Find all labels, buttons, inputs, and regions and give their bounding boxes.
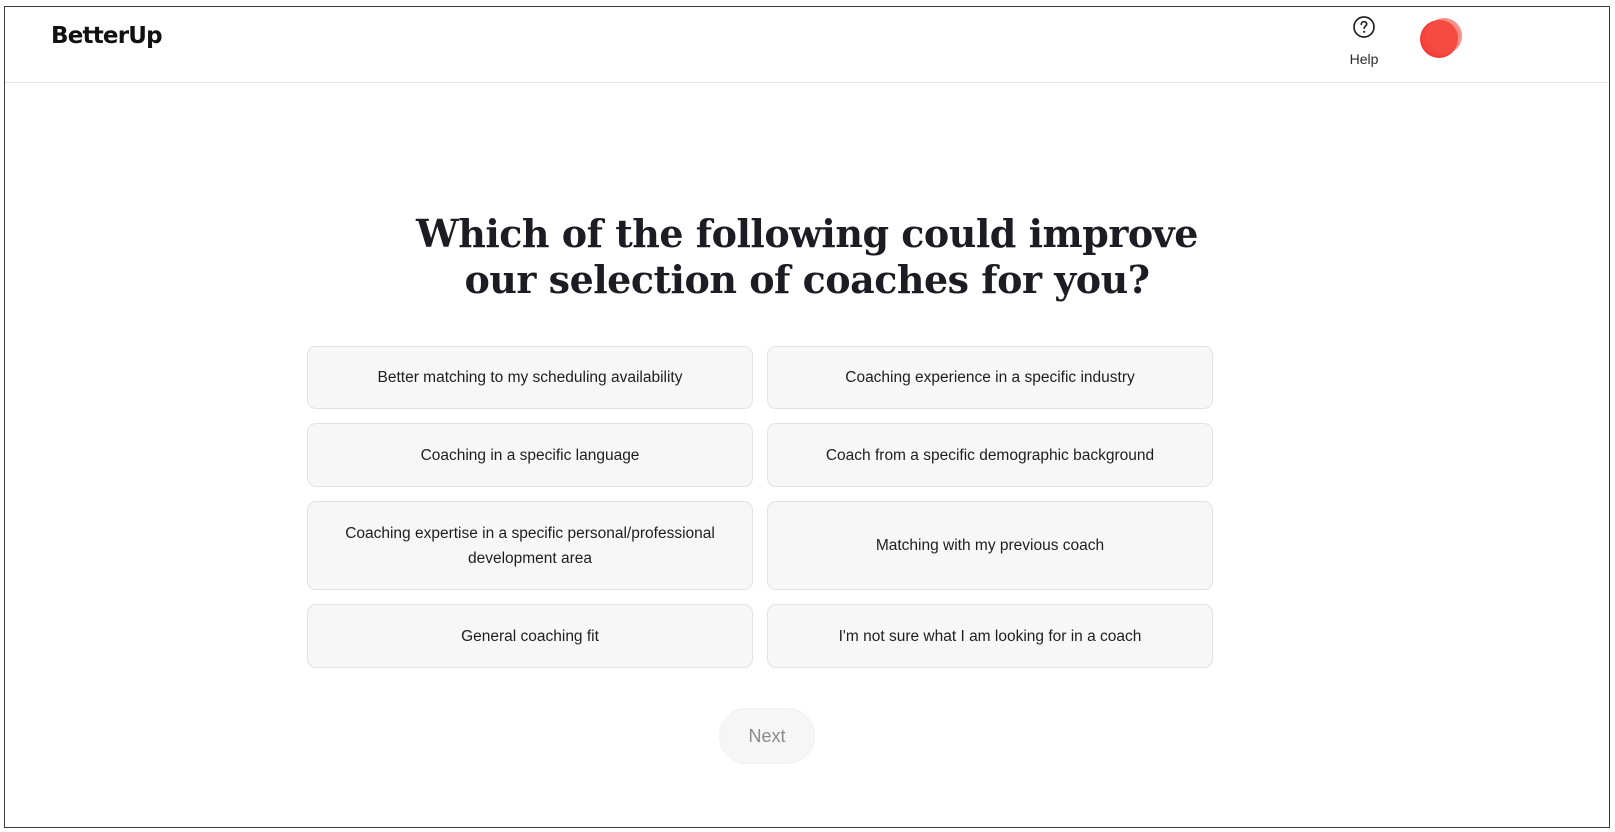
option-previous-coach[interactable]: Matching with my previous coach (767, 501, 1213, 590)
option-general-fit[interactable]: General coaching fit (307, 604, 753, 668)
question-circle-icon (1339, 15, 1389, 39)
page-frame: BetterUp Help Which of the following cou… (4, 6, 1610, 828)
option-specific-language[interactable]: Coaching in a specific language (307, 423, 753, 487)
option-not-sure[interactable]: I'm not sure what I am looking for in a … (767, 604, 1213, 668)
help-label: Help (1349, 51, 1379, 67)
option-development-area-expertise[interactable]: Coaching expertise in a specific persona… (307, 501, 753, 590)
help-button[interactable]: Help (1339, 15, 1389, 67)
option-demographic-background[interactable]: Coach from a specific demographic backgr… (767, 423, 1213, 487)
options-grid: Better matching to my scheduling availab… (307, 346, 1213, 668)
page-title-line-1: Which of the following could improve (416, 211, 1198, 256)
next-button[interactable]: Next (719, 708, 815, 764)
top-header: BetterUp Help (5, 7, 1609, 83)
option-industry-experience[interactable]: Coaching experience in a specific indust… (767, 346, 1213, 409)
betterup-logo[interactable]: BetterUp (51, 23, 163, 49)
avatar[interactable] (1419, 16, 1463, 60)
option-scheduling-availability[interactable]: Better matching to my scheduling availab… (307, 346, 753, 409)
page-title-line-2: our selection of coaches for you? (464, 257, 1150, 302)
page-title: Which of the following could improve our… (5, 211, 1609, 303)
